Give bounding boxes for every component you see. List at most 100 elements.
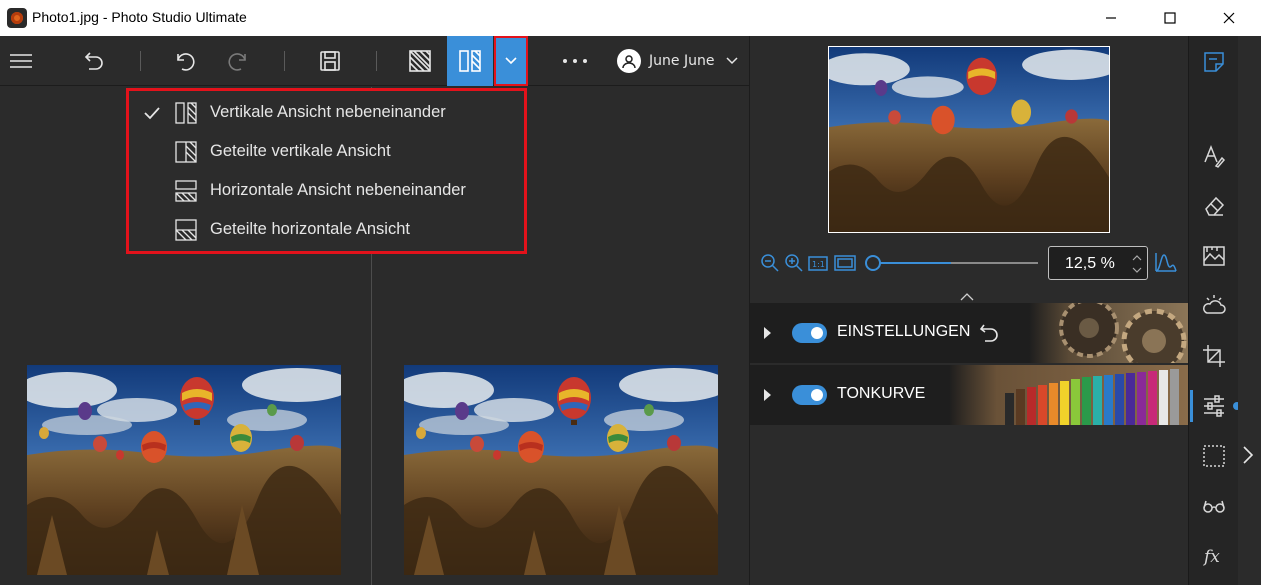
zoom-out-icon xyxy=(761,254,779,272)
split-vertical-icon xyxy=(175,141,197,163)
expand-arrow-icon[interactable] xyxy=(764,327,771,339)
colored-pencils-artwork xyxy=(949,365,1189,425)
balloon-landscape-image xyxy=(404,365,718,575)
undo-all-button[interactable] xyxy=(72,36,116,86)
edited-image[interactable] xyxy=(404,365,718,575)
expand-sidebar-strip[interactable] xyxy=(1238,36,1261,585)
chevron-right-icon xyxy=(1243,446,1254,464)
user-icon xyxy=(622,55,636,68)
text-icon xyxy=(1204,144,1226,168)
undo-button[interactable] xyxy=(163,36,207,86)
zoom-in-icon xyxy=(785,254,803,272)
zoom-bar: 1:1 12,5 % xyxy=(750,245,1189,281)
user-name: June June xyxy=(649,53,715,69)
undo-icon xyxy=(177,53,195,71)
window-title: Photo1.jpg - Photo Studio Ultimate xyxy=(32,9,247,25)
maximize-button[interactable] xyxy=(1147,0,1193,36)
vertical-side-by-side-icon xyxy=(175,102,197,124)
zoom-value-field[interactable]: 12,5 % xyxy=(1048,246,1148,280)
actual-size-icon: 1:1 xyxy=(808,256,828,271)
toolbar-separator xyxy=(140,51,141,71)
menu-item-split-vertical[interactable]: Geteilte vertikale Ansicht xyxy=(129,132,524,171)
crop-tool[interactable] xyxy=(1202,344,1226,368)
einstellungen-toggle[interactable] xyxy=(792,323,827,343)
svg-text:fx: fx xyxy=(1202,547,1220,567)
weather-tool[interactable] xyxy=(1202,294,1226,318)
split-view-button[interactable] xyxy=(398,36,442,86)
zoom-value: 12,5 % xyxy=(1065,255,1115,272)
menu-item-vertical-side-by-side[interactable]: Vertikale Ansicht nebeneinander xyxy=(129,93,524,132)
active-tool-indicator xyxy=(1190,390,1193,422)
spinner-arrows-icon xyxy=(1132,255,1142,273)
original-image[interactable] xyxy=(27,365,341,575)
balloon-landscape-image xyxy=(27,365,341,575)
text-tool[interactable] xyxy=(1202,144,1226,168)
minimize-button[interactable] xyxy=(1088,0,1134,36)
chevron-down-icon xyxy=(505,57,517,65)
landscape-icon xyxy=(1203,246,1225,266)
save-icon xyxy=(320,51,340,71)
zoom-out-button[interactable] xyxy=(760,253,780,277)
menu-item-label: Horizontale Ansicht nebeneinander xyxy=(210,181,466,199)
glasses-tool[interactable] xyxy=(1202,494,1226,518)
panel-einstellungen[interactable]: EINSTELLUNGEN xyxy=(750,303,1189,363)
tonkurve-toggle[interactable] xyxy=(792,385,827,405)
gears-artwork xyxy=(1029,303,1189,363)
notes-tool[interactable] xyxy=(1202,50,1226,74)
view-mode-menu: Vertikale Ansicht nebeneinander Geteilte… xyxy=(126,88,527,254)
more-button[interactable] xyxy=(555,36,595,86)
zoom-slider-knob[interactable] xyxy=(865,255,881,271)
maximize-icon xyxy=(1164,12,1176,24)
more-icon xyxy=(563,59,587,63)
zoom-in-button[interactable] xyxy=(784,253,804,277)
selection-icon xyxy=(1203,445,1225,467)
weather-icon xyxy=(1203,295,1226,314)
panel-tonkurve[interactable]: TONKURVE xyxy=(750,365,1189,425)
split-horizontal-icon xyxy=(175,219,197,241)
right-panel: 1:1 12,5 % EINSTELLUNGEN TONKURVE xyxy=(749,36,1189,585)
split-view-icon xyxy=(409,50,431,72)
close-button[interactable] xyxy=(1206,0,1252,36)
expand-arrow-icon[interactable] xyxy=(764,389,771,401)
tool-strip: fx xyxy=(1188,36,1238,585)
selection-tool[interactable] xyxy=(1202,444,1226,468)
reset-icon xyxy=(979,324,998,342)
effects-tool[interactable]: fx xyxy=(1202,544,1226,568)
sliders-icon xyxy=(1204,395,1224,417)
undo-all-icon xyxy=(84,52,103,70)
zoom-slider-fill xyxy=(873,262,951,264)
adjustments-tool[interactable] xyxy=(1202,394,1226,418)
view-mode-dropdown-button[interactable] xyxy=(494,36,528,86)
toolbar-separator xyxy=(376,51,377,71)
main-menu-button[interactable] xyxy=(0,36,42,86)
save-button[interactable] xyxy=(308,36,352,86)
balloon-landscape-image xyxy=(829,47,1109,232)
redo-icon xyxy=(228,53,246,71)
menu-item-horizontal-side-by-side[interactable]: Horizontale Ansicht nebeneinander xyxy=(129,171,524,210)
menu-item-label: Geteilte vertikale Ansicht xyxy=(210,142,391,160)
fit-to-window-icon xyxy=(834,255,856,271)
glasses-icon xyxy=(1203,500,1225,513)
eraser-icon xyxy=(1205,196,1225,216)
landscape-tool[interactable] xyxy=(1202,244,1226,268)
app-logo-icon xyxy=(7,8,27,28)
fit-to-window-button[interactable] xyxy=(834,253,856,277)
histogram-icon xyxy=(1155,253,1177,272)
horizontal-side-by-side-icon xyxy=(175,180,197,202)
actual-size-button[interactable]: 1:1 xyxy=(808,253,828,277)
avatar xyxy=(617,49,641,73)
minimize-icon xyxy=(1106,17,1116,19)
user-account-button[interactable]: June June xyxy=(617,49,738,73)
redo-button[interactable] xyxy=(216,36,260,86)
toolbar: June June xyxy=(0,36,749,86)
navigator-preview[interactable] xyxy=(828,46,1110,233)
notes-icon xyxy=(1204,52,1224,72)
app-window: Photo1.jpg - Photo Studio Ultimate June … xyxy=(0,0,1261,585)
checkmark-icon xyxy=(144,107,160,120)
vertical-view-button[interactable] xyxy=(447,36,493,86)
histogram-button[interactable] xyxy=(1155,251,1177,277)
menu-item-split-horizontal[interactable]: Geteilte horizontale Ansicht xyxy=(129,210,524,249)
menu-item-label: Geteilte horizontale Ansicht xyxy=(210,220,410,238)
eraser-tool[interactable] xyxy=(1202,194,1226,218)
vertical-side-by-side-icon xyxy=(459,50,481,72)
